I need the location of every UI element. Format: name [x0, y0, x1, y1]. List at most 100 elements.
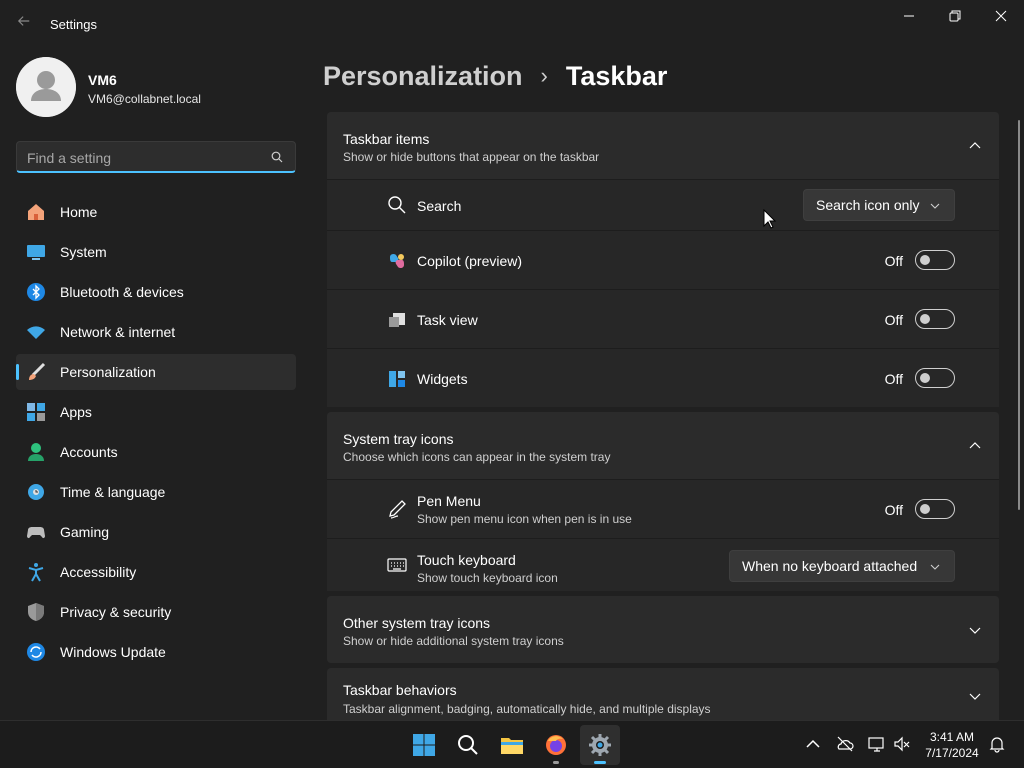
mouse-cursor-icon	[763, 209, 777, 229]
taskbar-settings[interactable]	[580, 725, 620, 765]
user-avatar-icon	[16, 57, 76, 117]
avatar[interactable]	[16, 57, 76, 117]
sidebar-item-label: Home	[60, 204, 98, 220]
breadcrumb: Personalization › Taskbar	[323, 58, 667, 94]
toggle-knob	[920, 314, 930, 324]
search-mode-dropdown[interactable]: Search icon only	[803, 189, 955, 221]
copilot-toggle[interactable]	[915, 250, 955, 270]
chevron-down-icon[interactable]	[969, 624, 981, 636]
start-icon	[413, 734, 435, 756]
dropdown-value: Search icon only	[816, 197, 920, 213]
widgets-toggle[interactable]	[915, 368, 955, 388]
section-subtitle: Show or hide buttons that appear on the …	[343, 150, 600, 164]
widgets-label: Widgets	[417, 371, 468, 387]
taskbar-search-button[interactable]	[448, 725, 488, 765]
sidebar-item-label: Accessibility	[60, 564, 137, 580]
sidebar-item-network[interactable]: Network & internet	[16, 314, 296, 350]
sidebar-item-privacy-security[interactable]: Privacy & security	[16, 594, 296, 630]
sidebar-item-label: Time & language	[60, 484, 166, 500]
section-title: Taskbar behaviors	[343, 682, 457, 698]
taskbar-file-explorer[interactable]	[492, 725, 532, 765]
back-button[interactable]	[12, 12, 36, 36]
sidebar-item-label: Apps	[60, 404, 92, 420]
chevron-up-icon[interactable]	[969, 140, 981, 152]
search-label: Search	[417, 198, 462, 214]
sidebar-item-label: Accounts	[60, 444, 118, 460]
sidebar-item-home[interactable]: Home	[16, 194, 296, 230]
app-title: Settings	[50, 17, 97, 32]
clock[interactable]: 3:41 AM 7/17/2024	[916, 729, 988, 761]
section-title: System tray icons	[343, 431, 454, 447]
chevron-down-icon	[930, 564, 940, 570]
chevron-up-icon[interactable]	[969, 440, 981, 452]
system-tray-header[interactable]: System tray icons Choose which icons can…	[327, 412, 999, 479]
restore-button[interactable]	[932, 0, 978, 32]
toggle-knob	[920, 373, 930, 383]
sidebar-item-label: Windows Update	[60, 644, 166, 660]
touch-keyboard-description: Show touch keyboard icon	[417, 571, 558, 585]
chevron-down-icon[interactable]	[969, 690, 981, 702]
accessibility-icon	[26, 562, 46, 582]
taskbar-items-header[interactable]: Taskbar items Show or hide buttons that …	[327, 112, 999, 179]
sidebar-item-gaming[interactable]: Gaming	[16, 514, 296, 550]
task-view-row: Task view Off	[327, 289, 999, 348]
file-explorer-icon	[501, 738, 523, 754]
clock-time: 3:41 AM	[929, 730, 975, 744]
dropdown-value: When no keyboard attached	[742, 558, 918, 574]
update-icon	[26, 642, 46, 662]
clock-date: 7/17/2024	[925, 746, 979, 760]
shield-icon	[26, 602, 46, 622]
sidebar-item-personalization[interactable]: Personalization	[16, 354, 296, 390]
start-button[interactable]	[404, 725, 444, 765]
user-email: VM6@collabnet.local	[88, 92, 201, 106]
network-icon[interactable]	[868, 735, 886, 753]
task-view-toggle[interactable]	[915, 309, 955, 329]
sidebar-item-windows-update[interactable]: Windows Update	[16, 634, 296, 670]
sidebar-item-label: Gaming	[60, 524, 110, 540]
firefox-icon	[546, 735, 566, 755]
search-icon	[458, 735, 478, 755]
chevron-up-icon[interactable]	[804, 735, 822, 753]
taskbar-behaviors-header[interactable]: Taskbar behaviors Taskbar alignment, bad…	[327, 668, 999, 720]
apps-icon	[26, 402, 46, 422]
toggle-state-text: Off	[884, 502, 903, 518]
restore-icon	[949, 10, 961, 22]
content-scrollbar[interactable]	[1018, 120, 1020, 510]
breadcrumb-parent[interactable]: Personalization	[323, 61, 523, 92]
brush-icon	[26, 362, 46, 382]
toggle-state-text: Off	[884, 312, 903, 328]
globe-icon	[26, 482, 46, 502]
find-setting-box[interactable]	[16, 141, 296, 173]
sidebar-item-system[interactable]: System	[16, 234, 296, 270]
accounts-icon	[26, 442, 46, 462]
task-view-label: Task view	[417, 312, 478, 328]
sidebar-item-label: Network & internet	[60, 324, 176, 340]
sidebar-item-bluetooth[interactable]: Bluetooth & devices	[16, 274, 296, 310]
bluetooth-icon	[26, 282, 46, 302]
pen-menu-row: Pen Menu Show pen menu icon when pen is …	[327, 479, 999, 538]
other-tray-icons-header[interactable]: Other system tray icons Show or hide add…	[327, 596, 999, 663]
sidebar-item-time-language[interactable]: Time & language	[16, 474, 296, 510]
taskbar-firefox[interactable]	[536, 725, 576, 765]
close-button[interactable]	[978, 0, 1024, 32]
sidebar-item-accounts[interactable]: Accounts	[16, 434, 296, 470]
widgets-row: Widgets Off	[327, 348, 999, 407]
notification-bell-icon[interactable]	[988, 735, 1006, 753]
search-icon[interactable]	[271, 151, 283, 163]
sidebar-item-accessibility[interactable]: Accessibility	[16, 554, 296, 590]
onedrive-offline-icon[interactable]	[836, 735, 854, 753]
back-arrow-icon	[17, 16, 30, 26]
touch-keyboard-label: Touch keyboard	[417, 552, 516, 568]
pen-menu-toggle[interactable]	[915, 499, 955, 519]
sidebar-item-apps[interactable]: Apps	[16, 394, 296, 430]
keyboard-icon	[387, 555, 407, 575]
system-icon	[26, 242, 46, 262]
search-row: Search Search icon only	[327, 179, 999, 230]
touch-keyboard-dropdown[interactable]: When no keyboard attached	[729, 550, 955, 582]
section-subtitle: Show or hide additional system tray icon…	[343, 634, 564, 648]
sidebar-item-label: Personalization	[60, 364, 156, 380]
search-input[interactable]	[27, 148, 257, 168]
volume-muted-icon[interactable]	[893, 735, 911, 753]
minimize-button[interactable]	[886, 0, 932, 32]
toggle-state-text: Off	[884, 371, 903, 387]
